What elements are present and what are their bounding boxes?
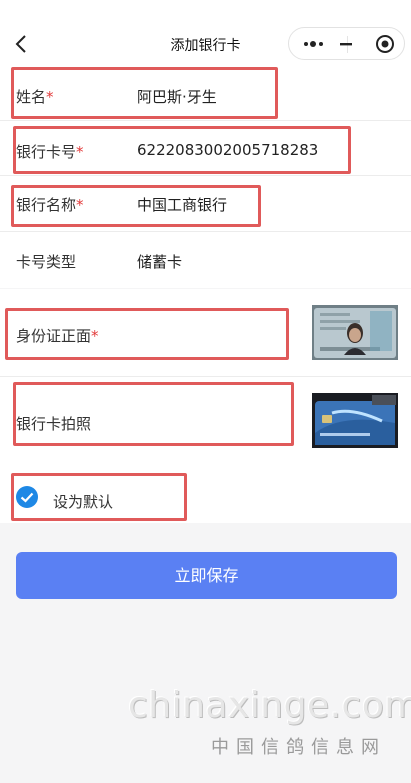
save-button[interactable]: 立即保存 bbox=[16, 552, 397, 599]
bank-name-value[interactable]: 中国工商银行 bbox=[137, 194, 227, 215]
id-front-row[interactable]: 身份证正面* bbox=[0, 289, 411, 377]
bank-card-form: 姓名* 阿巴斯·牙生 银行卡号* 6222083002005718283 银行名… bbox=[0, 65, 411, 288]
navigation-bar: 添加银行卡 bbox=[0, 0, 411, 65]
bank-name-label: 银行名称* bbox=[16, 196, 84, 214]
name-label: 姓名* bbox=[16, 88, 54, 106]
watermark-subtitle: 中国信鸽信息网 bbox=[211, 737, 386, 758]
card-type-row[interactable]: 卡号类型 储蓄卡 bbox=[0, 232, 411, 288]
card-photo-label: 银行卡拍照 bbox=[16, 415, 92, 433]
card-type-value[interactable]: 储蓄卡 bbox=[137, 251, 182, 272]
card-number-value[interactable]: 6222083002005718283 bbox=[137, 141, 318, 159]
bank-name-row[interactable]: 银行名称* 中国工商银行 bbox=[0, 176, 411, 232]
mini-program-capsule bbox=[288, 27, 405, 60]
target-circle-icon[interactable] bbox=[375, 34, 395, 54]
card-photo-row[interactable]: 银行卡拍照 bbox=[0, 377, 411, 466]
id-card-image bbox=[312, 305, 398, 360]
required-mark: * bbox=[91, 327, 99, 345]
name-row[interactable]: 姓名* 阿巴斯·牙生 bbox=[0, 65, 411, 121]
set-default-label: 设为默认 bbox=[53, 493, 114, 511]
more-dots-icon[interactable] bbox=[303, 38, 327, 50]
checkmark-circle-icon[interactable] bbox=[15, 485, 39, 509]
watermark-logo: chinaxinge.com bbox=[128, 685, 411, 726]
minimize-icon[interactable] bbox=[336, 35, 356, 53]
required-mark: * bbox=[76, 196, 84, 214]
card-number-label: 银行卡号* bbox=[16, 143, 84, 161]
required-mark: * bbox=[76, 143, 84, 161]
id-front-label: 身份证正面* bbox=[16, 327, 99, 345]
required-mark: * bbox=[46, 88, 54, 106]
id-card-photo[interactable] bbox=[312, 305, 398, 360]
name-value[interactable]: 阿巴斯·牙生 bbox=[137, 86, 217, 107]
card-number-row[interactable]: 银行卡号* 6222083002005718283 bbox=[0, 121, 411, 176]
bank-card-photo[interactable] bbox=[312, 393, 398, 448]
bank-card-image bbox=[312, 393, 398, 448]
card-type-label: 卡号类型 bbox=[16, 253, 77, 271]
